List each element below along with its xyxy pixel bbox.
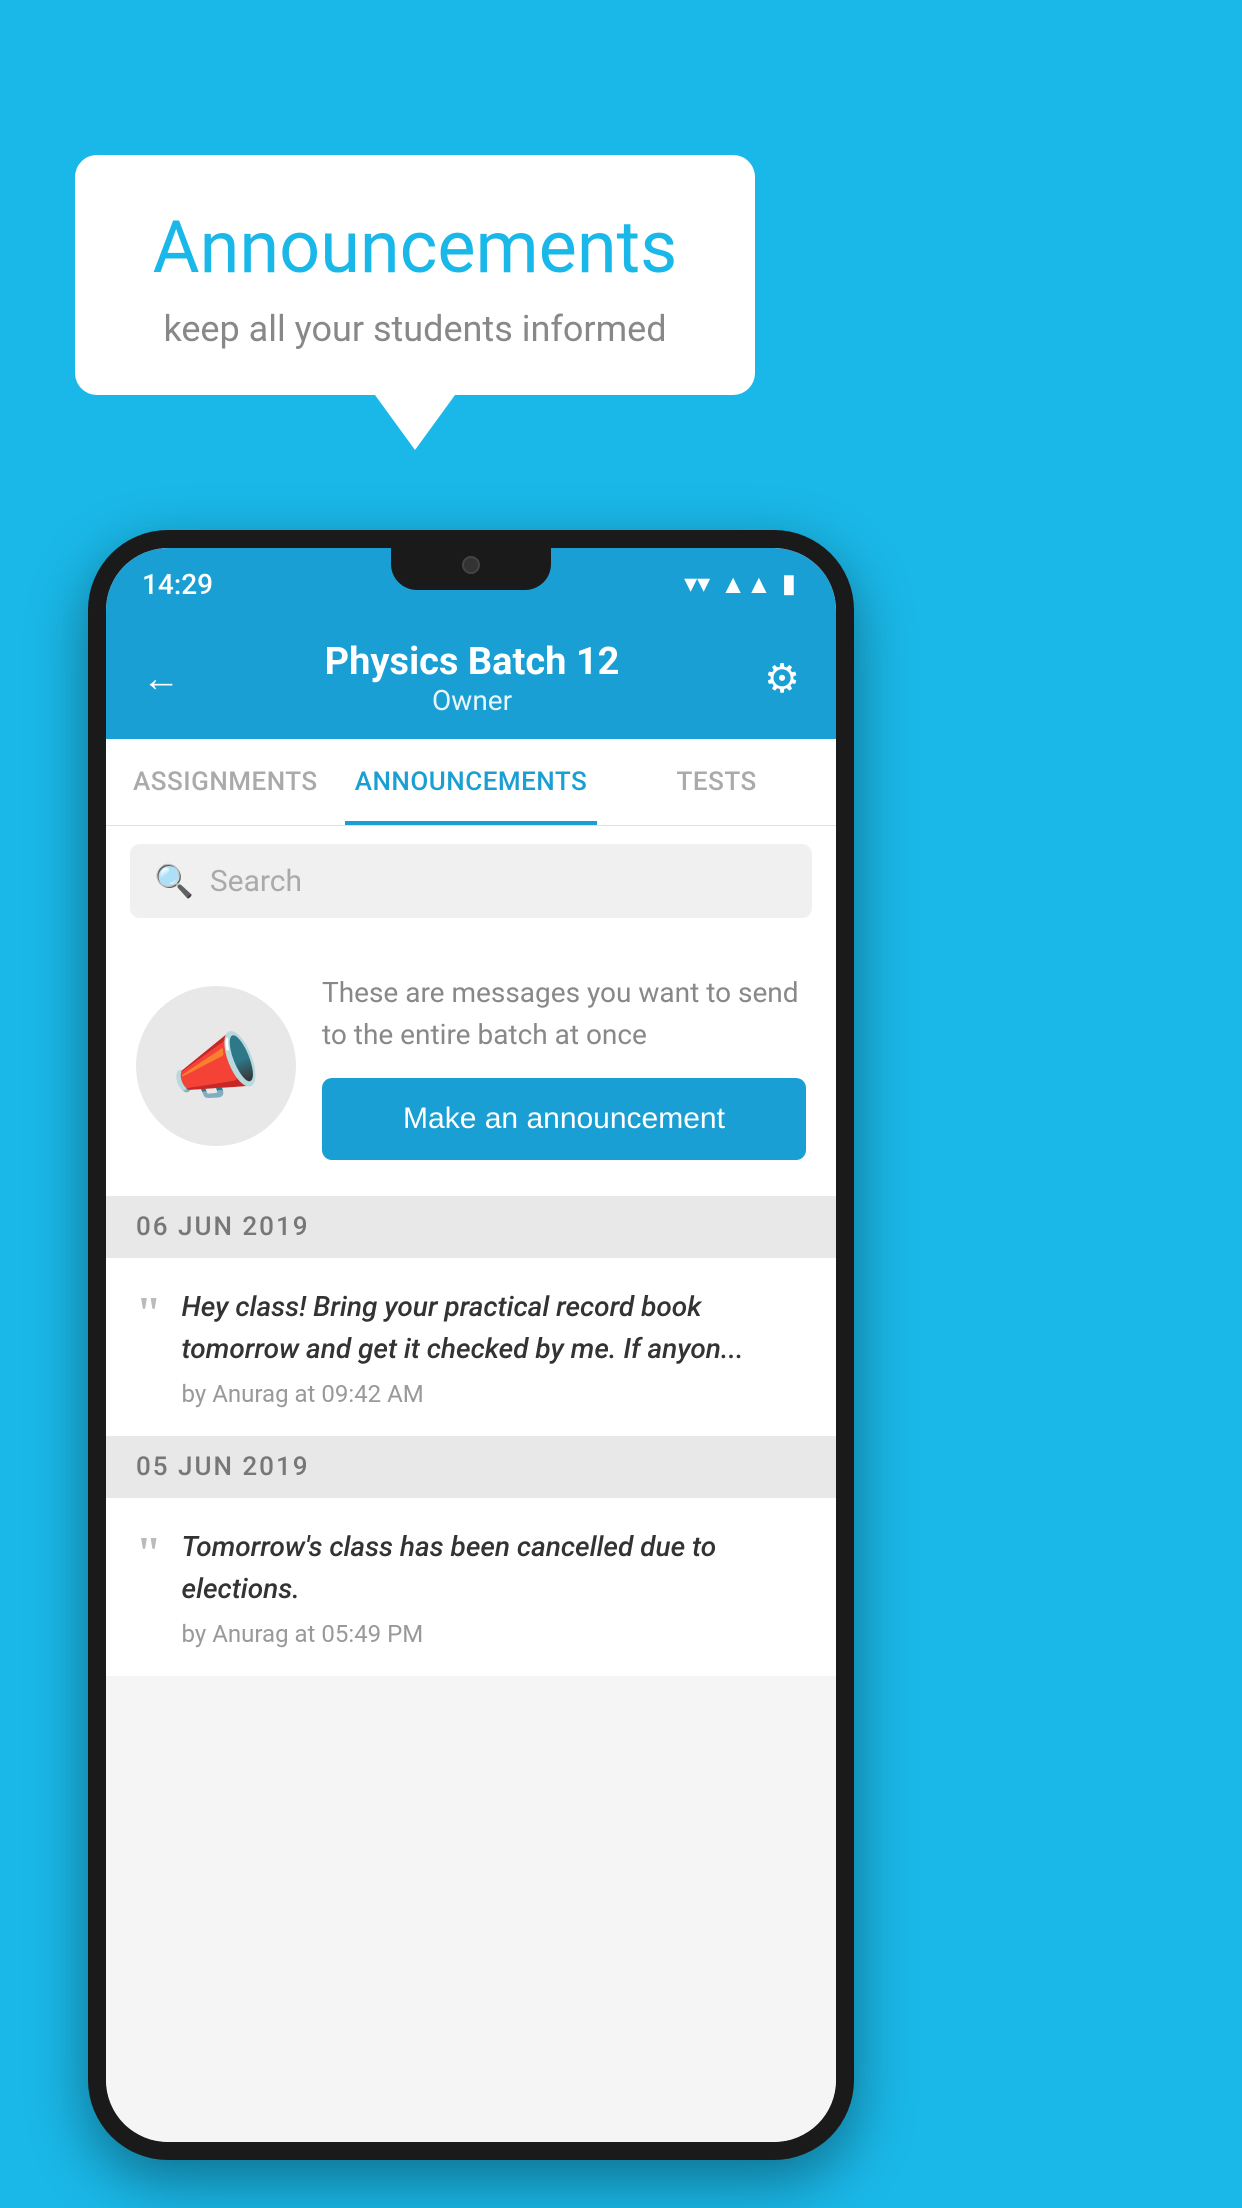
speech-bubble-title: Announcements <box>115 205 715 290</box>
tabs-bar: ASSIGNMENTS ANNOUNCEMENTS TESTS <box>106 739 836 826</box>
status-time: 14:29 <box>142 568 213 601</box>
search-bar[interactable]: 🔍 Search <box>130 844 812 918</box>
quote-icon-2: " <box>136 1530 162 1576</box>
speech-bubble: Announcements keep all your students inf… <box>75 155 755 395</box>
back-button[interactable]: ← <box>142 657 180 701</box>
search-container: 🔍 Search <box>106 826 836 936</box>
gear-icon[interactable]: ⚙ <box>764 655 800 702</box>
search-placeholder: Search <box>210 864 302 899</box>
wifi-icon: ▾▾ <box>684 569 710 599</box>
battery-icon: ▮ <box>782 569 796 599</box>
date-label-1: 06 JUN 2019 <box>136 1212 310 1242</box>
camera-icon <box>462 556 480 574</box>
announcement-text-2: Tomorrow's class has been cancelled due … <box>182 1526 806 1610</box>
announcement-content-2: Tomorrow's class has been cancelled due … <box>182 1526 806 1648</box>
phone-frame: 14:29 ▾▾ ▲▲ ▮ ← Physics Batch 12 Owner ⚙… <box>88 530 854 2160</box>
header-subtitle: Owner <box>325 684 620 717</box>
header-title: Physics Batch 12 <box>325 640 620 684</box>
tab-assignments[interactable]: ASSIGNMENTS <box>106 739 345 825</box>
phone-container: 14:29 ▾▾ ▲▲ ▮ ← Physics Batch 12 Owner ⚙… <box>88 530 854 2160</box>
status-icons: ▾▾ ▲▲ ▮ <box>684 569 796 600</box>
announcement-item-1[interactable]: " Hey class! Bring your practical record… <box>106 1258 836 1436</box>
announcement-text-1: Hey class! Bring your practical record b… <box>182 1286 806 1370</box>
announcement-content-1: Hey class! Bring your practical record b… <box>182 1286 806 1408</box>
tab-tests[interactable]: TESTS <box>597 739 836 825</box>
content-area: 🔍 Search 📣 These are messages you want t… <box>106 826 836 2142</box>
announcement-meta-2: by Anurag at 05:49 PM <box>182 1620 806 1648</box>
speech-bubble-arrow <box>375 395 455 450</box>
app-header: ← Physics Batch 12 Owner ⚙ <box>106 620 836 739</box>
header-center: Physics Batch 12 Owner <box>325 640 620 717</box>
date-label-2: 05 JUN 2019 <box>136 1452 310 1482</box>
speech-bubble-subtitle: keep all your students informed <box>115 308 715 350</box>
tab-announcements[interactable]: ANNOUNCEMENTS <box>345 739 598 825</box>
phone-screen: 14:29 ▾▾ ▲▲ ▮ ← Physics Batch 12 Owner ⚙… <box>106 548 836 2142</box>
date-separator-1: 06 JUN 2019 <box>106 1196 836 1258</box>
date-separator-2: 05 JUN 2019 <box>106 1436 836 1498</box>
make-announcement-button[interactable]: Make an announcement <box>322 1078 806 1160</box>
quote-icon-1: " <box>136 1290 162 1336</box>
megaphone-circle: 📣 <box>136 986 296 1146</box>
megaphone-icon: 📣 <box>171 1024 261 1109</box>
announcement-item-2[interactable]: " Tomorrow's class has been cancelled du… <box>106 1498 836 1676</box>
announcement-right: These are messages you want to send to t… <box>322 972 806 1160</box>
announcement-description: These are messages you want to send to t… <box>322 972 806 1056</box>
announcement-meta-1: by Anurag at 09:42 AM <box>182 1380 806 1408</box>
search-icon: 🔍 <box>154 862 194 900</box>
announcement-prompt: 📣 These are messages you want to send to… <box>106 936 836 1196</box>
speech-bubble-container: Announcements keep all your students inf… <box>75 155 755 450</box>
phone-notch <box>391 548 551 590</box>
signal-icon: ▲▲ <box>720 569 771 600</box>
